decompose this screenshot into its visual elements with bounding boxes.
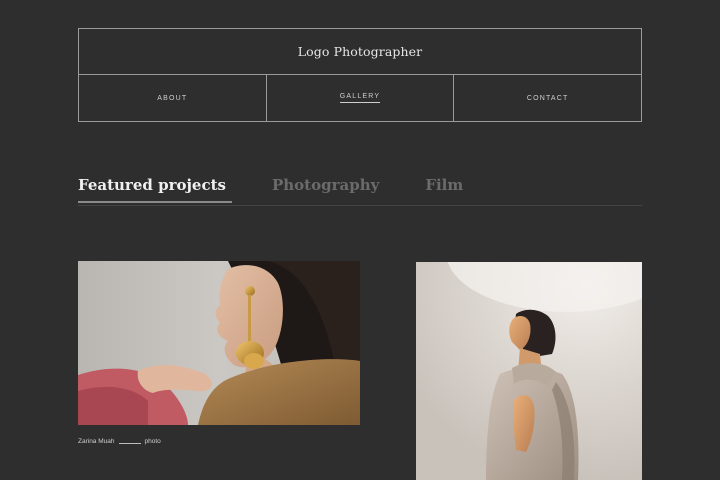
tab-featured-projects[interactable]: Featured projects xyxy=(78,176,232,203)
portrait-photo xyxy=(416,262,642,480)
project-caption: Zarina Muah photo xyxy=(78,438,161,445)
nav-item-about[interactable]: ABOUT xyxy=(79,75,267,121)
site-header: Logo Photographer ABOUT GALLERY CONTACT xyxy=(78,28,642,122)
nav-item-gallery[interactable]: GALLERY xyxy=(267,75,455,121)
nav-item-label: ABOUT xyxy=(157,94,188,102)
logo-row: Logo Photographer xyxy=(79,29,641,75)
project-image-featured[interactable] xyxy=(78,261,360,425)
portrait-photo xyxy=(78,261,360,425)
caption-name: Zarina Muah xyxy=(78,438,115,445)
nav-item-label: CONTACT xyxy=(526,94,569,102)
site-logo[interactable]: Logo Photographer xyxy=(298,44,422,59)
main-nav: ABOUT GALLERY CONTACT xyxy=(79,75,641,121)
page: Logo Photographer ABOUT GALLERY CONTACT … xyxy=(0,0,720,480)
project-image-secondary[interactable] xyxy=(416,262,642,480)
nav-item-contact[interactable]: CONTACT xyxy=(454,75,641,121)
caption-type: photo xyxy=(144,438,161,445)
nav-item-label: GALLERY xyxy=(339,93,381,103)
project-tabs: Featured projects Photography Film xyxy=(78,176,642,206)
caption-divider xyxy=(118,443,141,444)
tab-photography[interactable]: Photography xyxy=(272,176,379,202)
tab-film[interactable]: Film xyxy=(425,176,463,202)
